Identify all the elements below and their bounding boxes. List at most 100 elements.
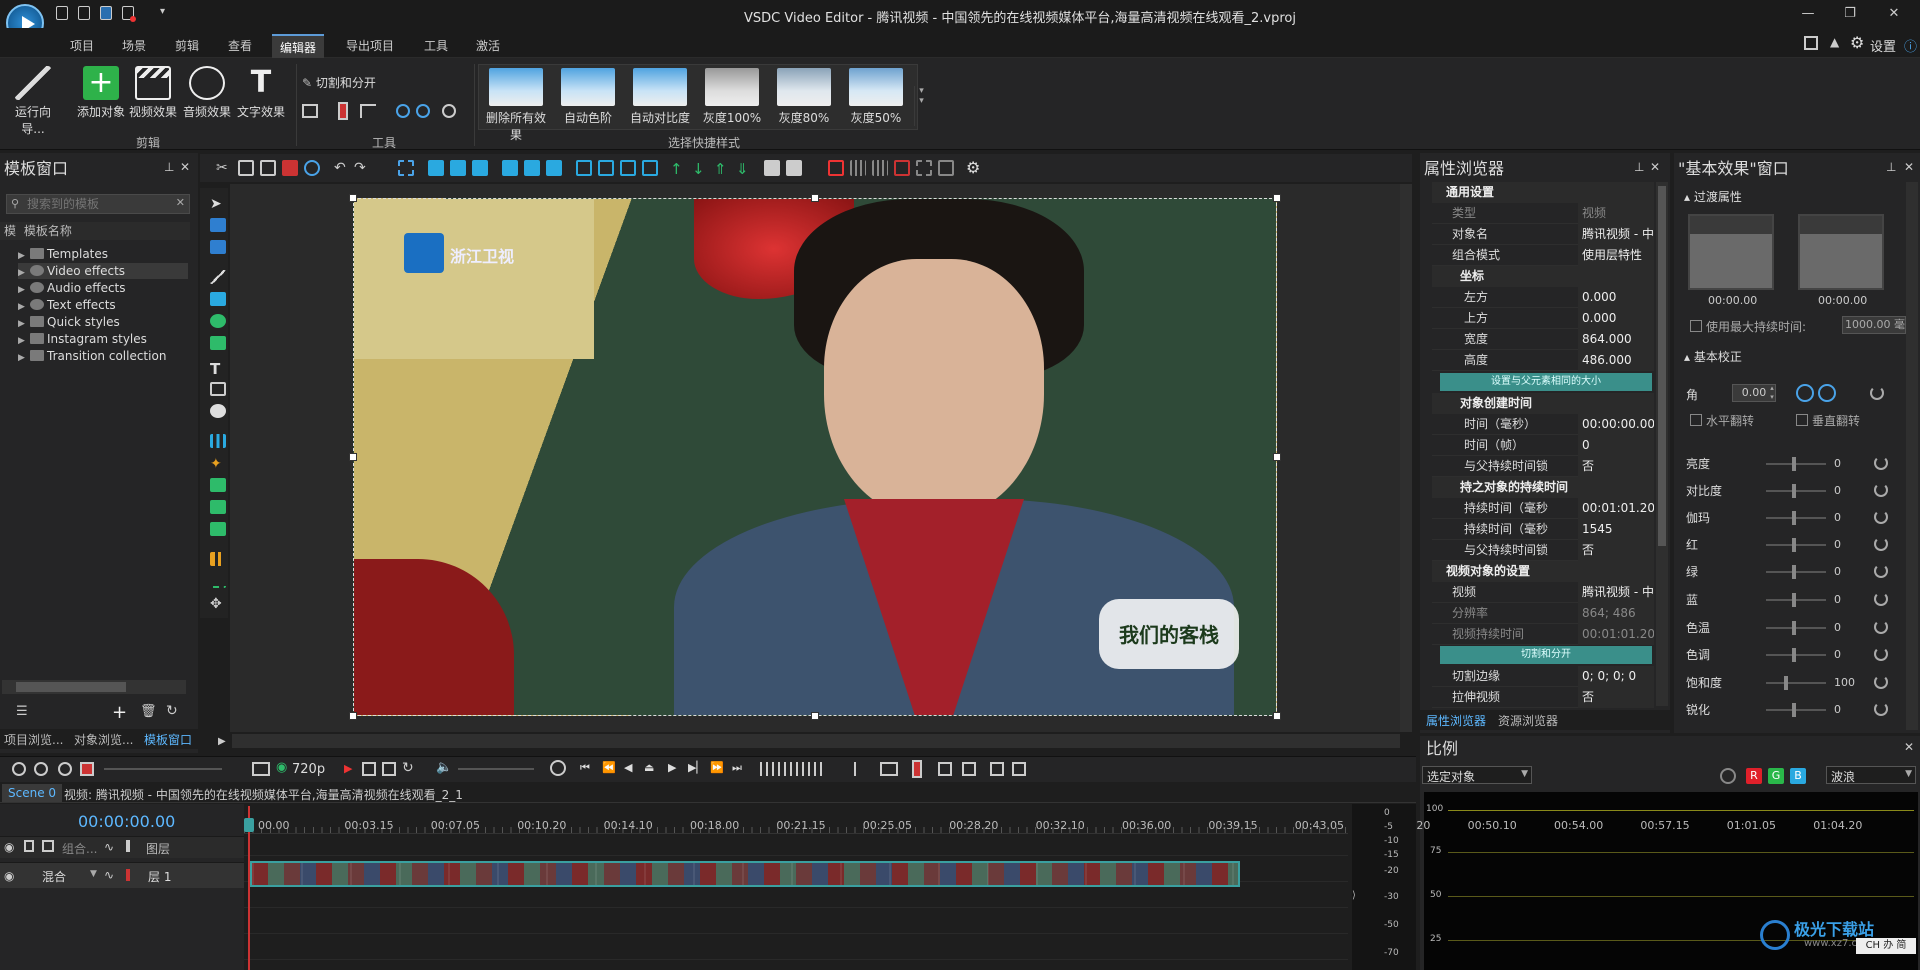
record-icon[interactable] — [122, 6, 136, 22]
adjust-tint[interactable]: 色调 0 — [1686, 645, 1916, 665]
tree-item-templates[interactable]: ▶ Templates — [18, 246, 108, 262]
video-clip[interactable] — [250, 861, 1240, 887]
move-down-icon[interactable]: ↓ — [692, 160, 708, 178]
template-search-input[interactable] — [27, 196, 177, 212]
canvas-vscrollbar[interactable] — [1400, 184, 1412, 732]
reset-icon[interactable] — [1874, 510, 1888, 524]
eye-icon[interactable]: ◉ — [276, 760, 287, 775]
record-marker-icon[interactable]: ▶ — [344, 762, 352, 775]
panel-arrow-icon[interactable]: ▶ — [218, 736, 226, 747]
canvas-hscrollbar[interactable] — [232, 734, 1400, 748]
add-object-button[interactable]: + 添加对象 — [74, 66, 128, 126]
preview-mode-icon[interactable] — [252, 762, 270, 776]
slider-knob[interactable] — [1792, 538, 1796, 552]
playhead-handle[interactable] — [244, 818, 254, 832]
tree-item-audio-effects[interactable]: ▶ Audio effects — [18, 280, 126, 296]
adjust-green[interactable]: 绿0 — [1686, 562, 1916, 582]
max-duration-input[interactable]: 1000.00 毫秒 — [1842, 316, 1906, 334]
refresh-icon[interactable]: ↻ — [166, 703, 178, 719]
cut-icon[interactable]: ✂ — [216, 160, 232, 176]
slider-knob[interactable] — [1784, 676, 1788, 690]
tree-item-video-effects[interactable]: ▶ Video effects — [18, 263, 188, 279]
slider-knob[interactable] — [1792, 565, 1796, 579]
new-project-icon[interactable] — [56, 6, 68, 20]
paste-icon[interactable] — [260, 160, 276, 176]
align-right-icon[interactable] — [472, 160, 488, 176]
close-icon[interactable]: ✕ — [1886, 6, 1902, 22]
stop-icon[interactable]: ⏏ — [644, 761, 654, 774]
ungroup-icon[interactable] — [786, 160, 802, 176]
reset-icon[interactable] — [1874, 483, 1888, 497]
prop-lock-parent[interactable]: 与父持续时间锁否 — [1432, 456, 1654, 477]
select-all-icon[interactable] — [398, 160, 414, 176]
zoom-out-icon[interactable] — [34, 762, 48, 776]
line-tool-icon[interactable] — [210, 270, 226, 284]
rect-tool-icon[interactable] — [210, 292, 226, 306]
send-back-icon[interactable]: ⇓ — [736, 160, 752, 178]
reset-icon[interactable] — [1874, 675, 1888, 689]
ellipse-tool-icon[interactable] — [210, 314, 226, 328]
basic-correction-section[interactable]: ▴ 基本校正 — [1684, 348, 1742, 365]
prop-top[interactable]: 上方 0.000 — [1432, 308, 1654, 329]
pin-icon[interactable]: ⊥ — [1634, 160, 1644, 174]
selection-handle[interactable] — [1273, 194, 1281, 202]
tab-properties[interactable]: 属性浏览器 — [1426, 712, 1486, 729]
layer-icon[interactable] — [42, 840, 54, 852]
align-top-icon[interactable] — [502, 160, 518, 176]
reset-icon[interactable] — [1874, 620, 1888, 634]
align-left-icon[interactable] — [428, 160, 444, 176]
menu-scene[interactable]: 场景 — [114, 34, 154, 58]
adjust-saturation[interactable]: 饱和度 100 — [1686, 673, 1916, 693]
prop-time-frames[interactable]: 时间（帧） 0 — [1432, 435, 1654, 456]
reset-icon[interactable] — [1874, 592, 1888, 606]
vflip-checkbox[interactable] — [1796, 414, 1808, 426]
move-tool-icon[interactable]: ✥ — [210, 596, 226, 612]
cut-markers-icon[interactable] — [760, 762, 820, 776]
tree-item-text-effects[interactable]: ▶ Text effects — [18, 297, 116, 313]
reset-icon[interactable] — [1874, 537, 1888, 551]
scope-source-select[interactable]: 选定对象 ▼ — [1422, 766, 1532, 784]
ime-indicator[interactable]: CH 办 简 — [1856, 938, 1916, 954]
callout-tool-icon[interactable] — [210, 404, 226, 418]
section-video-settings[interactable]: 视频对象的设置 — [1432, 561, 1654, 582]
rotate-right-90-icon[interactable] — [1818, 384, 1836, 402]
adjust-gamma[interactable]: 伽玛 0 — [1686, 508, 1916, 528]
slider-track[interactable] — [1766, 627, 1826, 629]
add-template-icon[interactable]: + — [112, 702, 127, 723]
next-frame-icon[interactable]: ▶▏ — [688, 761, 705, 774]
tab-resources[interactable]: 资源浏览器 — [1498, 712, 1558, 729]
quick-style-auto-contrast[interactable]: 自动对比度 — [626, 68, 694, 126]
open-project-icon[interactable] — [78, 6, 90, 20]
tab-project-explorer[interactable]: 项目浏览... — [4, 731, 63, 748]
crop-icon[interactable] — [302, 104, 318, 118]
quick-style-auto-levels[interactable]: 自动色阶 — [554, 68, 622, 126]
customize-toolbar-icon[interactable]: ▾ — [160, 6, 165, 17]
slider-track[interactable] — [1766, 599, 1826, 601]
timeline-zoom-slider[interactable] — [104, 768, 222, 770]
loop-icon[interactable] — [382, 762, 396, 776]
align-middle-icon[interactable] — [524, 160, 540, 176]
template-search-box[interactable]: ⚲ ✕ — [6, 194, 190, 214]
distribute-h-icon[interactable] — [576, 160, 592, 176]
gallery-scroll[interactable]: ▾ ▾ — [914, 86, 928, 126]
timeline-settings-icon[interactable] — [880, 762, 898, 776]
bring-front-icon[interactable]: ⇑ — [714, 160, 730, 178]
menu-project[interactable]: 项目 — [62, 34, 102, 58]
menu-tools[interactable]: 工具 — [416, 34, 456, 58]
reset-icon[interactable] — [1874, 647, 1888, 661]
prop-video[interactable]: 视频腾讯视频 - 中国领 — [1432, 582, 1654, 603]
prop-height[interactable]: 高度 486.000 — [1432, 350, 1654, 371]
wizard-button[interactable]: 运行向导... — [6, 66, 60, 136]
transition-out-preview[interactable] — [1798, 214, 1884, 290]
minimize-icon[interactable]: — — [1800, 6, 1816, 22]
section-general[interactable]: 通用设置 — [1432, 182, 1654, 203]
image-insert-icon[interactable] — [210, 478, 226, 492]
repeat-icon[interactable]: ↻ — [402, 760, 414, 776]
tab-scene-0[interactable]: Scene 0 — [2, 784, 63, 802]
transition-section[interactable]: ▴ 过渡属性 — [1684, 188, 1742, 205]
video-effects-button[interactable]: 视频效果 — [126, 66, 180, 126]
quick-style-gray50[interactable]: 灰度50% — [842, 68, 910, 126]
motion-tool-icon[interactable] — [210, 574, 226, 588]
selection-handle[interactable] — [1273, 712, 1281, 720]
slider-track[interactable] — [1766, 544, 1826, 546]
